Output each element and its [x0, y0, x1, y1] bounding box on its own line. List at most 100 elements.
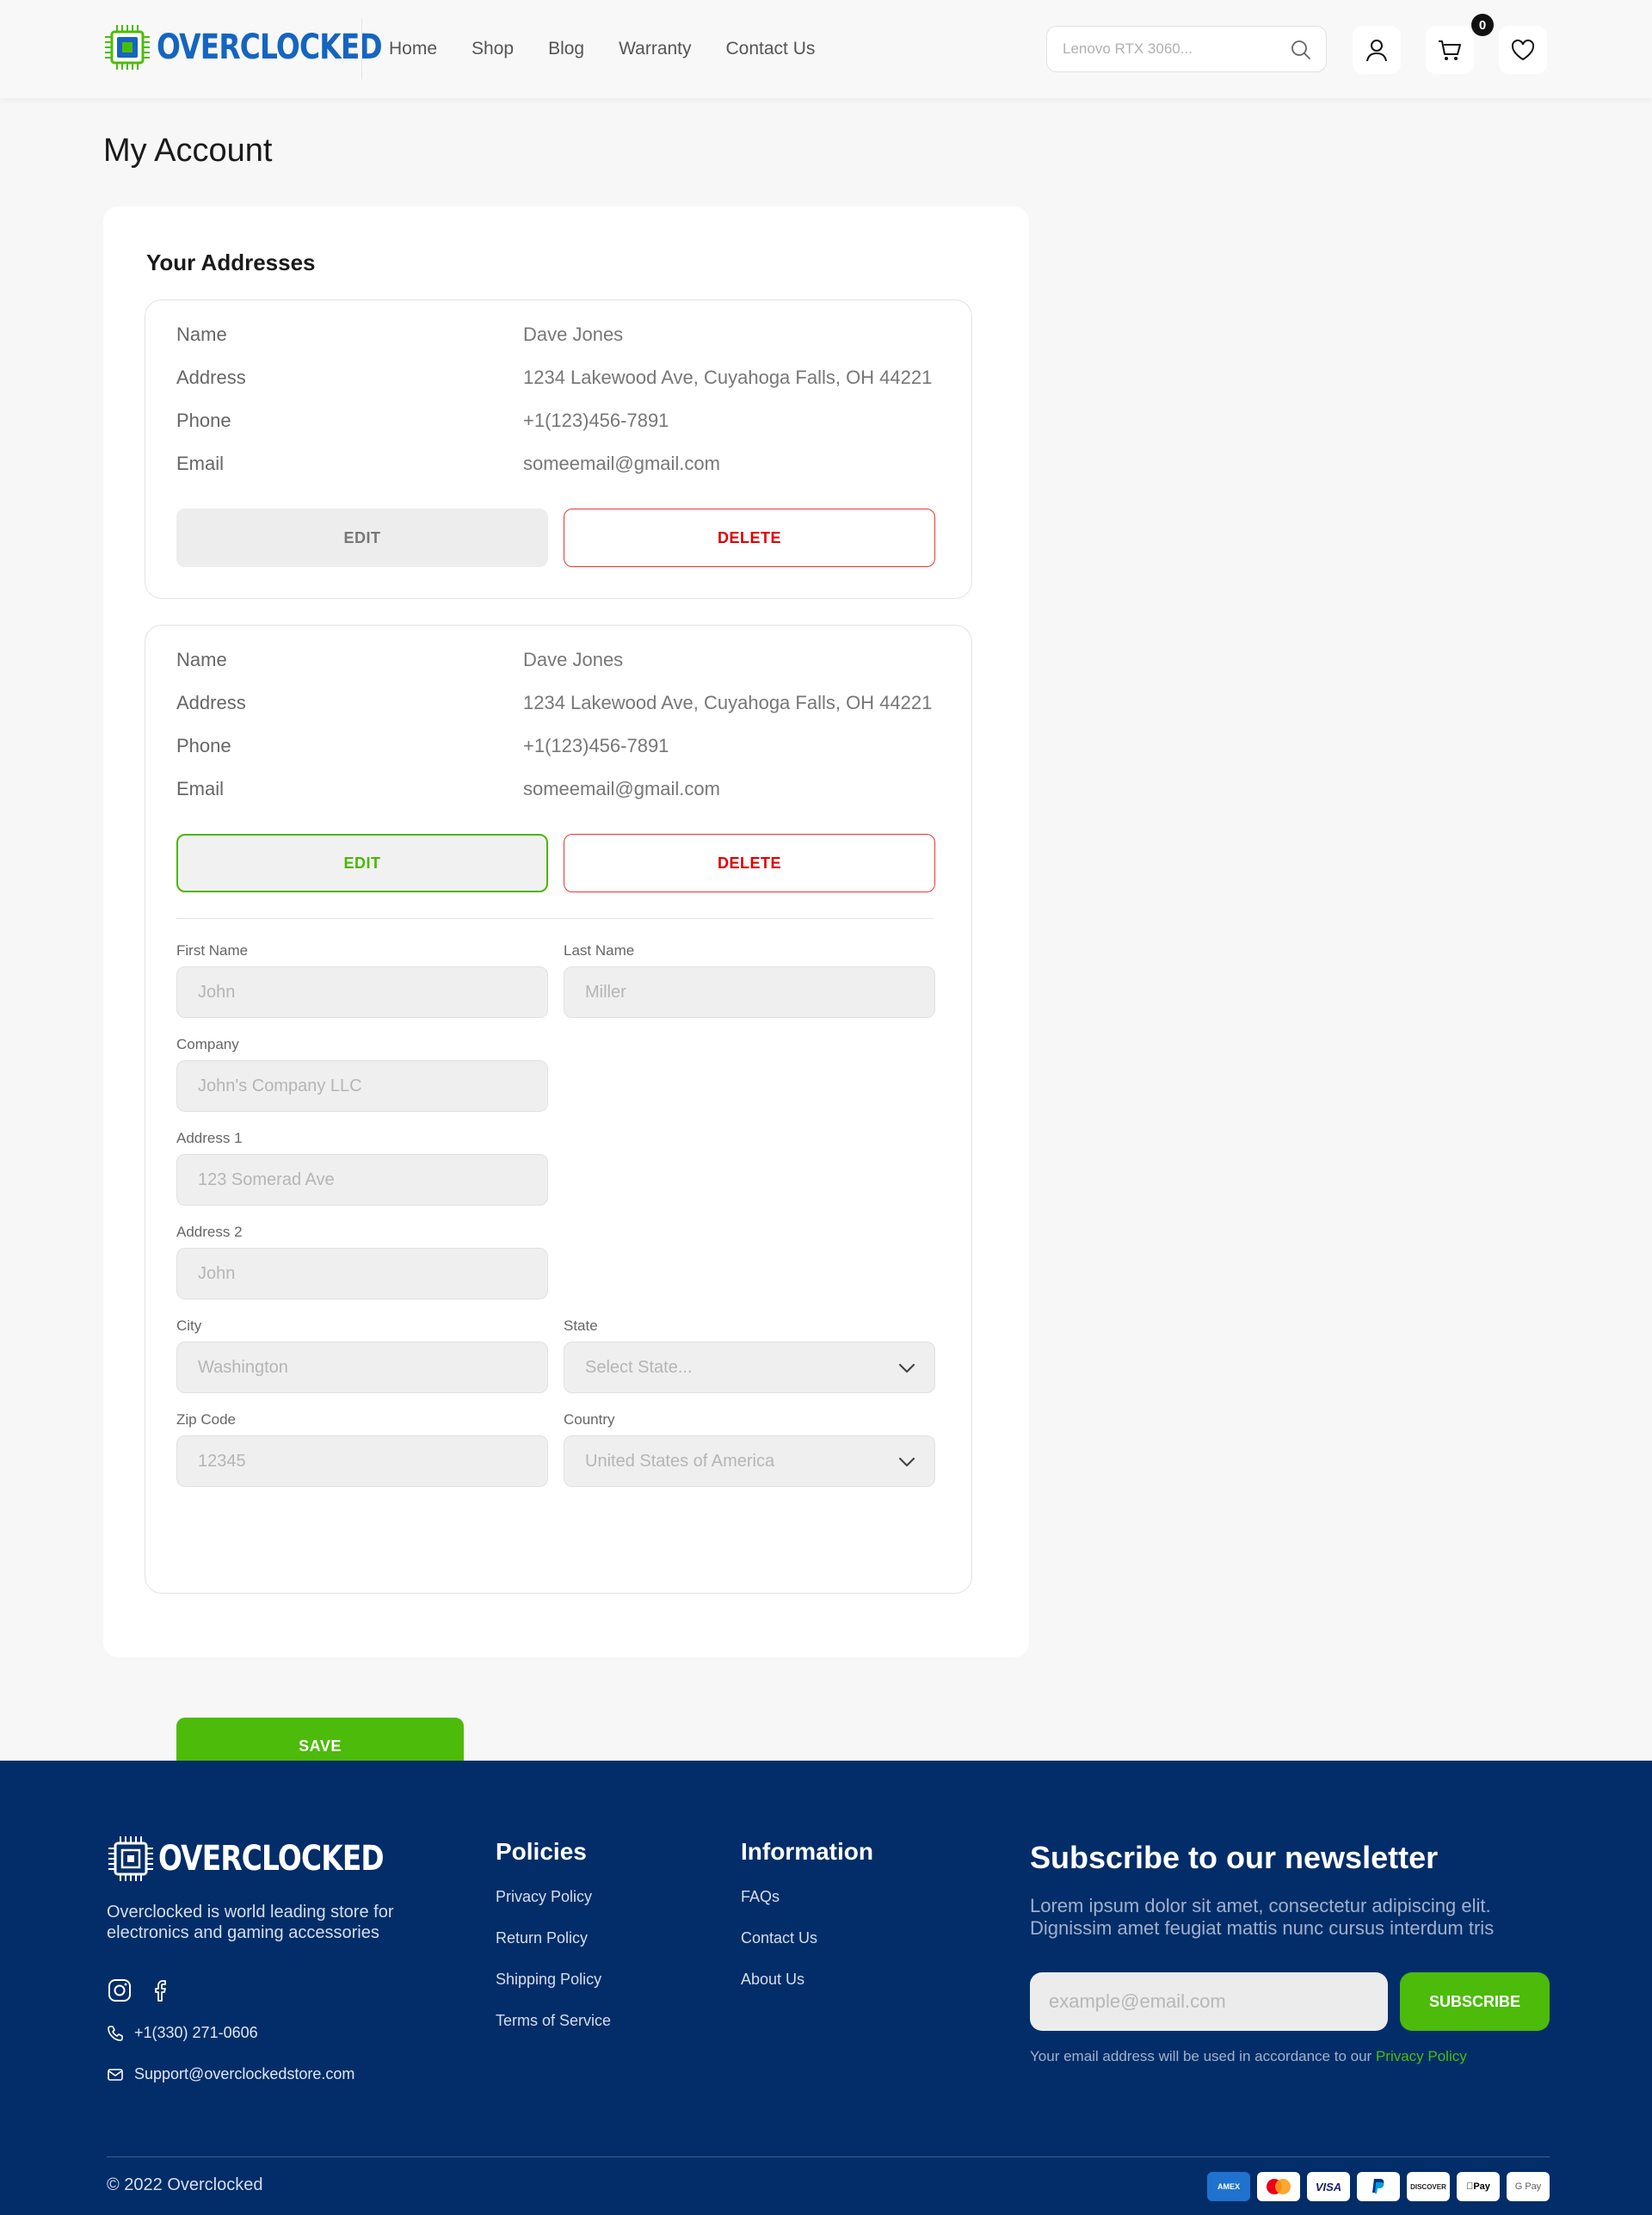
site-logo[interactable]: OVERCLOCKED	[103, 21, 431, 74]
wishlist-button[interactable]	[1499, 26, 1547, 74]
zip-field	[176, 1435, 548, 1487]
delete-address-button[interactable]: DELETE	[564, 509, 935, 567]
country-label: Country	[564, 1411, 615, 1428]
footer-logo[interactable]: OVERCLOCKED	[107, 1835, 433, 1883]
address-row-phone: Phone +1(123)456-7891	[176, 410, 669, 432]
row-value: 1234 Lakewood Ave, Cuyahoga Falls, OH 44…	[523, 692, 933, 713]
address-row-phone: Phone +1(123)456-7891	[176, 735, 669, 757]
subscribe-button[interactable]: SUBSCRIBE	[1400, 1972, 1550, 2031]
footer-link-contact-us[interactable]: Contact Us	[741, 1929, 817, 1947]
footer-link-return-policy[interactable]: Return Policy	[496, 1929, 588, 1947]
cart-button[interactable]	[1426, 26, 1474, 74]
nav-shop[interactable]: Shop	[472, 39, 514, 59]
nav-contact-us[interactable]: Contact Us	[726, 39, 816, 59]
footer-phone[interactable]: +1(330) 271-0606	[107, 2024, 258, 2042]
footer-link-privacy-policy[interactable]: Privacy Policy	[496, 1888, 592, 1906]
footer-email[interactable]: Support@overclockedstore.com	[107, 2065, 354, 2083]
newsletter-email-field	[1030, 1972, 1388, 2031]
facebook-icon[interactable]	[150, 1977, 176, 2003]
row-label: Phone	[176, 410, 231, 431]
mail-icon	[108, 2068, 123, 2081]
amex-icon: AMEX	[1207, 2172, 1250, 2201]
section-title: Your Addresses	[146, 250, 316, 275]
delete-address-button[interactable]: DELETE	[564, 834, 935, 892]
paypal-icon	[1357, 2172, 1400, 2201]
zip-label: Zip Code	[176, 1411, 236, 1428]
row-value: someemail@gmail.com	[523, 453, 720, 474]
header-divider	[361, 19, 362, 79]
newsletter-privacy-link[interactable]: Privacy Policy	[1376, 2048, 1467, 2064]
newsletter-email-input[interactable]	[1049, 1972, 1376, 2031]
row-label: Address	[176, 692, 246, 713]
address-card: Name Dave Jones Address 1234 Lakewood Ave,…	[145, 299, 972, 599]
footer-link-terms-of-service[interactable]: Terms of Service	[496, 2012, 611, 2030]
country-select-value: United States of America	[585, 1452, 775, 1471]
row-label: Phone	[176, 735, 231, 756]
row-value: Dave Jones	[523, 324, 624, 345]
search-input[interactable]	[1063, 27, 1278, 71]
last-name-label: Last Name	[564, 942, 635, 959]
newsletter-note: Your email address will be used in accor…	[1030, 2048, 1467, 2065]
country-select[interactable]: United States of America	[564, 1435, 935, 1487]
state-select[interactable]: Select State...	[564, 1342, 935, 1393]
nav-blog[interactable]: Blog	[548, 39, 584, 59]
google-pay-icon: G Pay	[1507, 2172, 1550, 2201]
footer-phone-text: +1(330) 271-0606	[134, 2024, 258, 2041]
address2-input[interactable]	[198, 1249, 525, 1299]
footer-link-faqs[interactable]: FAQs	[741, 1888, 780, 1906]
user-icon	[1366, 40, 1387, 62]
city-input[interactable]	[198, 1342, 525, 1392]
row-value: Dave Jones	[523, 649, 624, 670]
cart-icon	[1439, 40, 1461, 60]
page-title: My Account	[103, 133, 273, 169]
discover-label: DISCOVER	[1410, 2182, 1446, 2191]
nav-warranty[interactable]: Warranty	[619, 39, 691, 59]
footer-link-about-us[interactable]: About Us	[741, 1971, 804, 1989]
first-name-label: First Name	[176, 942, 249, 959]
state-label: State	[564, 1317, 598, 1334]
address-row-name: Name Dave Jones	[176, 324, 623, 346]
google-pay-label: G Pay	[1514, 2181, 1542, 2192]
account-button[interactable]	[1353, 26, 1401, 74]
site-header: OVERCLOCKED Home Shop Blog Warranty Cont…	[0, 0, 1652, 98]
search-box	[1046, 26, 1327, 72]
phone-icon	[108, 2025, 123, 2041]
policies-title: Policies	[496, 1838, 587, 1865]
row-value: someemail@gmail.com	[523, 778, 720, 799]
newsletter-description: Lorem ipsum dolor sit amet, consectetur …	[1030, 1895, 1495, 1939]
company-input[interactable]	[198, 1061, 525, 1111]
row-value: +1(123)456-7891	[523, 735, 669, 756]
edit-address-button[interactable]: EDIT	[176, 509, 548, 567]
address-row-email: Email someemail@gmail.com	[176, 778, 720, 800]
first-name-field	[176, 966, 548, 1018]
nav-home[interactable]: Home	[389, 39, 437, 59]
form-divider	[176, 918, 934, 919]
row-label: Address	[176, 367, 246, 388]
chip-logo-icon	[105, 25, 150, 70]
instagram-icon[interactable]	[107, 1977, 133, 2003]
footer-brand-name: OVERCLOCKED	[158, 1839, 385, 1879]
visa-icon: VISA	[1307, 2172, 1350, 2201]
brand-name: OVERCLOCKED	[157, 28, 383, 67]
cart-count-badge: 0	[1471, 14, 1494, 36]
addresses-panel: Your Addresses Name Dave Jones Address 123…	[103, 207, 1029, 1774]
search-icon[interactable]	[1290, 39, 1312, 61]
row-label: Email	[176, 453, 225, 474]
discover-icon: DISCOVER	[1407, 2172, 1450, 2201]
address-row-email: Email someemail@gmail.com	[176, 453, 720, 475]
footer-link-shipping-policy[interactable]: Shipping Policy	[496, 1971, 601, 1989]
last-name-input[interactable]	[585, 967, 912, 1017]
row-label: Email	[176, 778, 225, 799]
address-row-name: Name Dave Jones	[176, 649, 623, 671]
information-title: Information	[741, 1838, 873, 1865]
row-label: Name	[176, 649, 227, 670]
edit-address-button-active[interactable]: EDIT	[176, 834, 548, 892]
first-name-input[interactable]	[198, 967, 525, 1017]
address1-field	[176, 1154, 548, 1206]
address1-input[interactable]	[198, 1155, 525, 1205]
row-value: 1234 Lakewood Ave, Cuyahoga Falls, OH 44…	[523, 367, 933, 388]
zip-input[interactable]	[198, 1436, 525, 1486]
copyright: © 2022 Overclocked	[107, 2175, 263, 2194]
site-footer: OVERCLOCKED Overclocked is world leading…	[0, 1761, 1652, 2215]
footer-description: Overclocked is world leading store for e…	[107, 1903, 394, 1942]
